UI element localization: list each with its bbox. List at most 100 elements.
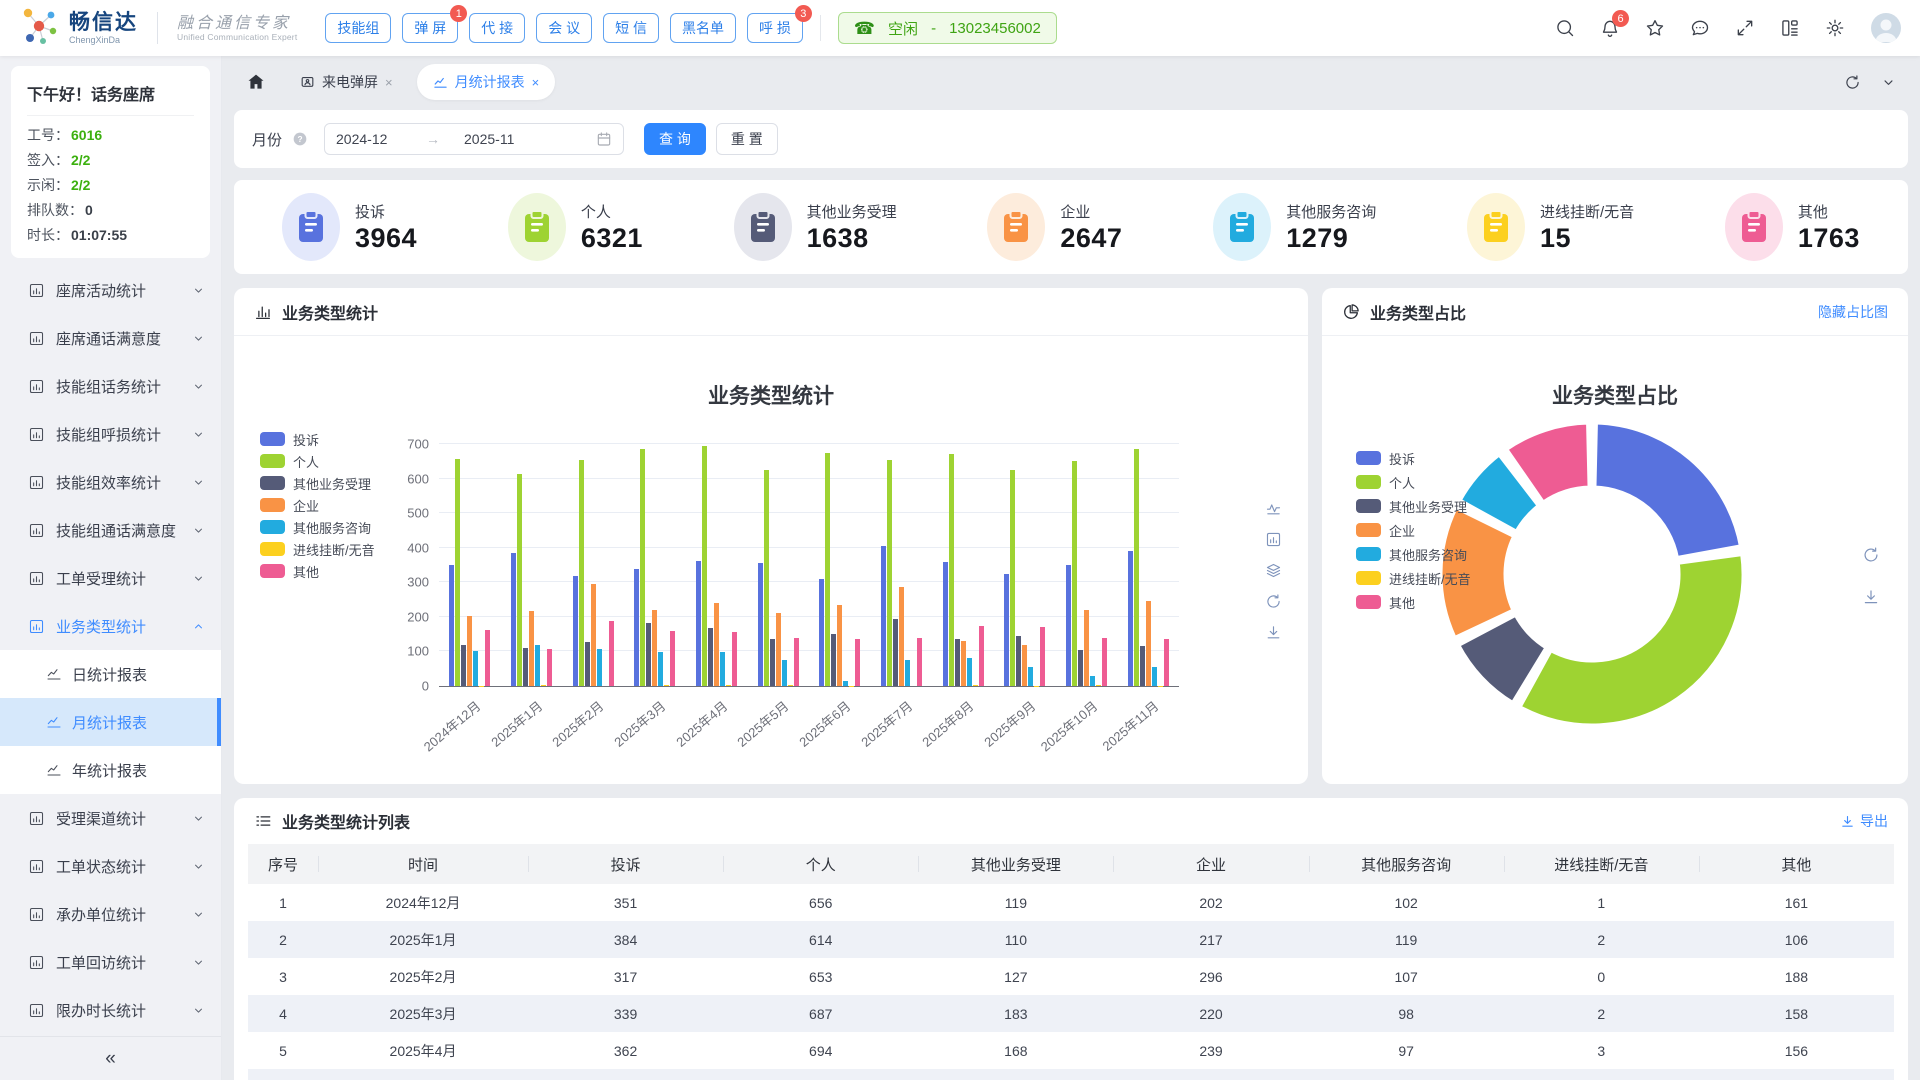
bar[interactable] <box>881 546 886 686</box>
sidebar-item[interactable]: 工单回访统计 <box>0 938 221 986</box>
legend-item[interactable]: 企业 <box>1356 518 1471 542</box>
bar[interactable] <box>955 639 960 686</box>
avatar-icon[interactable] <box>1870 12 1902 44</box>
bar[interactable] <box>831 634 836 686</box>
settings-icon[interactable] <box>1825 18 1845 38</box>
bar[interactable] <box>720 652 725 686</box>
bar[interactable] <box>794 638 799 686</box>
bar[interactable] <box>664 685 669 686</box>
fullscreen-icon[interactable] <box>1735 18 1755 38</box>
sidebar-item[interactable]: 业务类型统计 <box>0 602 221 650</box>
bar[interactable] <box>467 616 472 686</box>
bar[interactable] <box>825 453 830 686</box>
bell-icon[interactable]: 6 <box>1600 18 1620 38</box>
bar[interactable] <box>1010 470 1015 686</box>
table-row[interactable]: 22025年1月3846141102171192106 <box>248 921 1894 958</box>
bar[interactable] <box>1146 601 1151 686</box>
tab-来电弹屏[interactable]: 来电弹屏× <box>284 64 409 100</box>
bar[interactable] <box>961 641 966 686</box>
layout-icon[interactable] <box>1780 18 1800 38</box>
quick-button[interactable]: 呼 损3 <box>747 13 803 43</box>
bar[interactable] <box>529 611 534 686</box>
bar[interactable] <box>1040 627 1045 686</box>
bar[interactable] <box>535 645 540 686</box>
bar[interactable] <box>1102 638 1107 686</box>
sidebar-subitem[interactable]: 年统计报表 <box>0 746 221 794</box>
bar[interactable] <box>634 569 639 686</box>
table-row[interactable]: 32025年2月3176531272961070188 <box>248 958 1894 995</box>
bar[interactable] <box>652 610 657 686</box>
bar[interactable] <box>547 649 552 686</box>
bar[interactable] <box>511 553 516 686</box>
quick-button[interactable]: 代 接 <box>469 13 525 43</box>
legend-item[interactable]: 进线挂断/无音 <box>260 538 375 560</box>
bar[interactable] <box>523 648 528 686</box>
reset-button[interactable]: 重 置 <box>716 123 778 155</box>
legend-item[interactable]: 投诉 <box>260 428 375 450</box>
sidebar-item[interactable]: 工单受理统计 <box>0 554 221 602</box>
search-icon[interactable] <box>1555 18 1575 38</box>
bar[interactable] <box>1078 650 1083 686</box>
bar[interactable] <box>1084 610 1089 686</box>
sidebar-item[interactable]: 技能组效率统计 <box>0 458 221 506</box>
bar[interactable] <box>819 579 824 686</box>
search-button[interactable]: 查 询 <box>644 123 706 155</box>
quick-button[interactable]: 技能组 <box>325 13 391 43</box>
sidebar-item[interactable]: 限办时长统计 <box>0 986 221 1034</box>
table-row[interactable]: 42025年3月339687183220982158 <box>248 995 1894 1032</box>
bar[interactable] <box>1028 667 1033 686</box>
bar[interactable] <box>899 587 904 686</box>
bar[interactable] <box>646 623 651 686</box>
bar[interactable] <box>843 681 848 686</box>
bar[interactable] <box>1090 676 1095 686</box>
bar[interactable] <box>764 470 769 686</box>
bar-chart-tool-icon[interactable] <box>1265 531 1282 548</box>
bar[interactable] <box>485 630 490 686</box>
refresh-icon[interactable] <box>1844 74 1861 91</box>
bar[interactable] <box>573 576 578 686</box>
bar[interactable] <box>579 460 584 686</box>
bar[interactable] <box>758 563 763 686</box>
bar[interactable] <box>893 619 898 686</box>
bar[interactable] <box>702 446 707 686</box>
legend-item[interactable]: 投诉 <box>1356 446 1471 470</box>
bar[interactable] <box>640 449 645 687</box>
sidebar-item[interactable]: 技能组呼损统计 <box>0 410 221 458</box>
sidebar-subitem[interactable]: 日统计报表 <box>0 650 221 698</box>
bar[interactable] <box>776 613 781 686</box>
download-tool-icon[interactable] <box>1265 624 1282 641</box>
sidebar-item[interactable]: 座席活动统计 <box>0 266 221 314</box>
close-icon[interactable]: × <box>532 75 540 90</box>
table-row[interactable]: 12024年12月3516561192021021161 <box>248 884 1894 921</box>
close-icon[interactable]: × <box>385 75 393 90</box>
donut-slice[interactable]: 投诉: 3964 <box>1594 422 1742 559</box>
phone-status-pill[interactable]: ☎ 空闲 - 13023456002 <box>838 12 1057 44</box>
export-button[interactable]: 导出 <box>1840 811 1888 831</box>
bar[interactable] <box>696 561 701 686</box>
bar[interactable] <box>1072 461 1077 686</box>
sidebar-subitem[interactable]: 月统计报表 <box>0 698 221 746</box>
sidebar-item[interactable]: 技能组通话满意度 <box>0 506 221 554</box>
sidebar-collapse-button[interactable]: « <box>0 1036 221 1080</box>
quick-button[interactable]: 会 议 <box>536 13 592 43</box>
bar[interactable] <box>887 460 892 686</box>
bar[interactable] <box>973 685 978 686</box>
line-chart-tool-icon[interactable] <box>1265 500 1282 517</box>
bar[interactable] <box>1004 574 1009 686</box>
bar[interactable] <box>658 652 663 686</box>
legend-item[interactable]: 其他 <box>260 560 375 582</box>
donut-slice[interactable]: 个人: 6321 <box>1519 554 1744 726</box>
bar[interactable] <box>714 603 719 686</box>
bar[interactable] <box>1066 565 1071 686</box>
bar[interactable] <box>455 459 460 686</box>
bar[interactable] <box>726 685 731 686</box>
legend-item[interactable]: 个人 <box>260 450 375 472</box>
bar[interactable] <box>1140 646 1145 686</box>
legend-item[interactable]: 个人 <box>1356 470 1471 494</box>
sidebar-item[interactable]: 承办单位统计 <box>0 890 221 938</box>
legend-item[interactable]: 其他业务受理 <box>260 472 375 494</box>
sidebar-item[interactable]: 座席通话满意度 <box>0 314 221 362</box>
bar[interactable] <box>1016 636 1021 686</box>
chevron-down-icon[interactable] <box>1881 75 1896 90</box>
bar[interactable] <box>788 685 793 686</box>
